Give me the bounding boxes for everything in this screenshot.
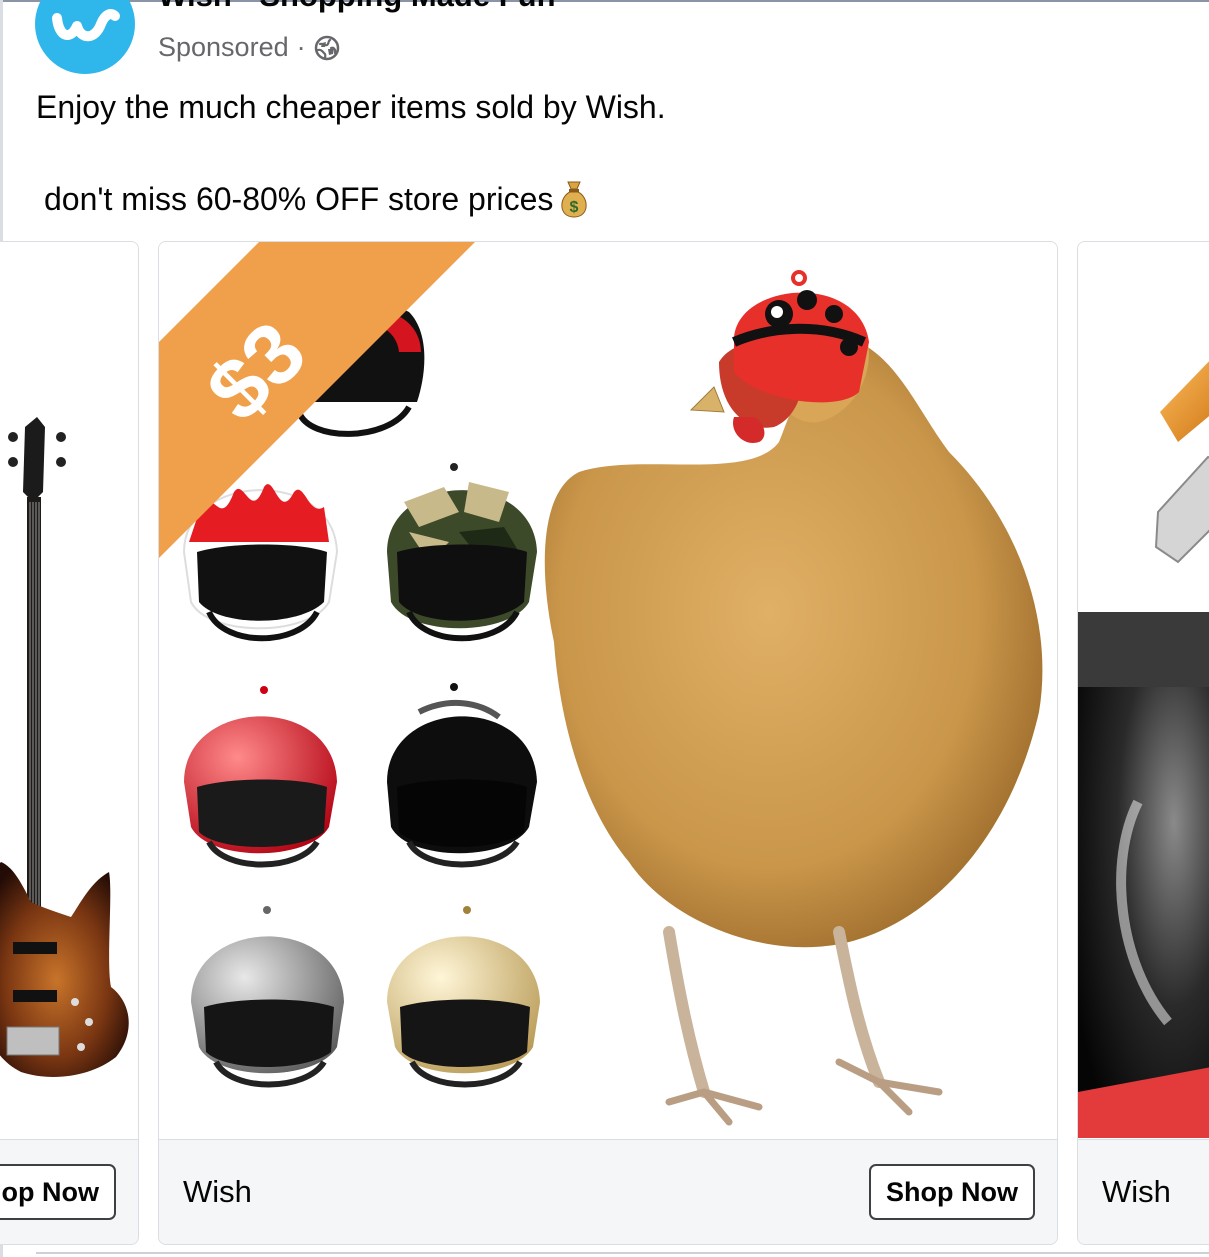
card-image-bass-guitar[interactable]	[0, 242, 138, 1138]
card-footer: Wish	[1078, 1139, 1209, 1244]
card-footer: Wish Shop Now	[159, 1139, 1057, 1244]
chicken	[544, 270, 1043, 1126]
svg-text:$: $	[570, 199, 579, 216]
bottom-divider	[36, 1252, 1209, 1254]
post-meta: Sponsored ·	[158, 32, 340, 63]
post-text-line1: Enjoy the much cheaper items sold by Wis…	[36, 89, 666, 125]
carousel-card-left[interactable]: Shop Now	[0, 241, 139, 1245]
partial-product-image	[1078, 361, 1209, 1138]
card-image-chicken-helmets[interactable]: $3	[159, 242, 1057, 1138]
meta-separator: ·	[296, 32, 306, 62]
card-title[interactable]: Wish	[183, 1174, 252, 1210]
carousel-card-right[interactable]: Wish	[1077, 241, 1209, 1245]
carousel-card-main[interactable]: $3 Wish Shop Now	[158, 241, 1058, 1245]
card-footer: Shop Now	[0, 1139, 138, 1244]
bass-guitar-image	[0, 417, 129, 1077]
money-bag-emoji-icon: $	[561, 181, 588, 218]
globe-icon[interactable]	[314, 35, 340, 61]
page-avatar[interactable]	[35, 0, 135, 74]
card-title[interactable]: Wish	[1102, 1174, 1171, 1210]
sponsored-label[interactable]: Sponsored	[158, 32, 289, 63]
page-name[interactable]: Wish - Shopping Made Fun	[158, 0, 556, 14]
post-text-line2-label: don't miss 60-80% OFF store prices	[44, 180, 554, 217]
chicken-helmets-image: $3	[159, 242, 1043, 1126]
shop-now-button[interactable]: Shop Now	[869, 1164, 1035, 1220]
post-text-line2: don't miss 60-80% OFF store prices $	[44, 179, 591, 219]
shop-now-button[interactable]: Shop Now	[0, 1164, 116, 1220]
wish-logo-icon	[52, 9, 120, 42]
card-image-partial-product[interactable]	[1078, 242, 1209, 1138]
